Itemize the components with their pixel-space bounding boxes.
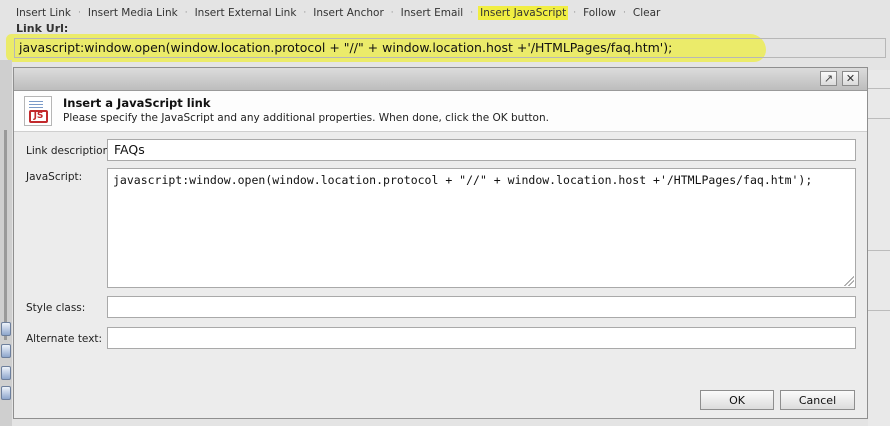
dialog-header: JS Insert a JavaScript link Please speci… (14, 91, 867, 132)
background-tool-icon (1, 366, 11, 380)
javascript-textarea[interactable]: javascript:window.open(window.location.p… (107, 168, 856, 288)
toolbar-separator: · (77, 8, 81, 18)
close-button[interactable]: ✕ (842, 71, 859, 86)
background-tool-icon (1, 322, 11, 336)
javascript-label: JavaScript: (26, 171, 83, 183)
alternate-text-field[interactable] (107, 327, 856, 349)
toolbar-separator: · (390, 8, 394, 18)
dialog-titlebar[interactable]: ↗ ✕ (14, 68, 867, 91)
link-description-field[interactable]: FAQs (107, 139, 856, 161)
toolbar-separator: · (623, 8, 626, 18)
background-tool-icon (1, 386, 11, 400)
dialog-subtitle: Please specify the JavaScript and any ad… (63, 112, 549, 124)
toolbar-separator: · (184, 8, 188, 18)
maximize-icon: ↗ (823, 72, 834, 85)
link-toolbar: Insert Link · Insert Media Link · Insert… (14, 5, 662, 21)
dialog-title: Insert a JavaScript link (63, 96, 211, 110)
background-scrollbar (4, 130, 7, 340)
background-tool-icon (1, 344, 11, 358)
link-description-label: Link description: (26, 145, 113, 157)
toolbar-separator: · (470, 8, 474, 18)
background-divider (868, 310, 890, 311)
cancel-button[interactable]: Cancel (780, 390, 855, 410)
javascript-file-icon-lines (29, 101, 43, 109)
ok-button[interactable]: OK (700, 390, 774, 410)
style-class-label: Style class: (26, 302, 86, 314)
toolbar-insert-javascript[interactable]: Insert JavaScript (478, 6, 569, 20)
toolbar-insert-email[interactable]: Insert Email (399, 6, 466, 20)
toolbar-insert-external-link[interactable]: Insert External Link (193, 6, 299, 20)
close-icon: ✕ (845, 72, 856, 85)
background-right-panel (868, 70, 890, 426)
toolbar-follow[interactable]: Follow (581, 6, 618, 20)
toolbar-clear[interactable]: Clear (631, 6, 662, 20)
background-divider (868, 88, 890, 89)
alternate-text-label: Alternate text: (26, 333, 103, 345)
insert-javascript-dialog: ↗ ✕ JS Insert a JavaScript link Please s… (13, 67, 868, 419)
style-class-field[interactable] (107, 296, 856, 318)
javascript-file-icon-badge: JS (29, 110, 48, 123)
toolbar-insert-anchor[interactable]: Insert Anchor (311, 6, 385, 20)
toolbar-insert-link[interactable]: Insert Link (14, 6, 73, 20)
resize-grip-icon[interactable] (844, 276, 854, 286)
toolbar-separator: · (303, 8, 307, 18)
javascript-file-icon: JS (24, 96, 52, 126)
toolbar-separator: · (573, 8, 577, 18)
background-divider (868, 118, 890, 119)
toolbar-insert-media-link[interactable]: Insert Media Link (86, 6, 180, 20)
background-left-panel (0, 60, 12, 426)
maximize-button[interactable]: ↗ (820, 71, 837, 86)
background-divider (868, 250, 890, 251)
link-url-field[interactable]: javascript:window.open(window.location.p… (14, 38, 886, 58)
